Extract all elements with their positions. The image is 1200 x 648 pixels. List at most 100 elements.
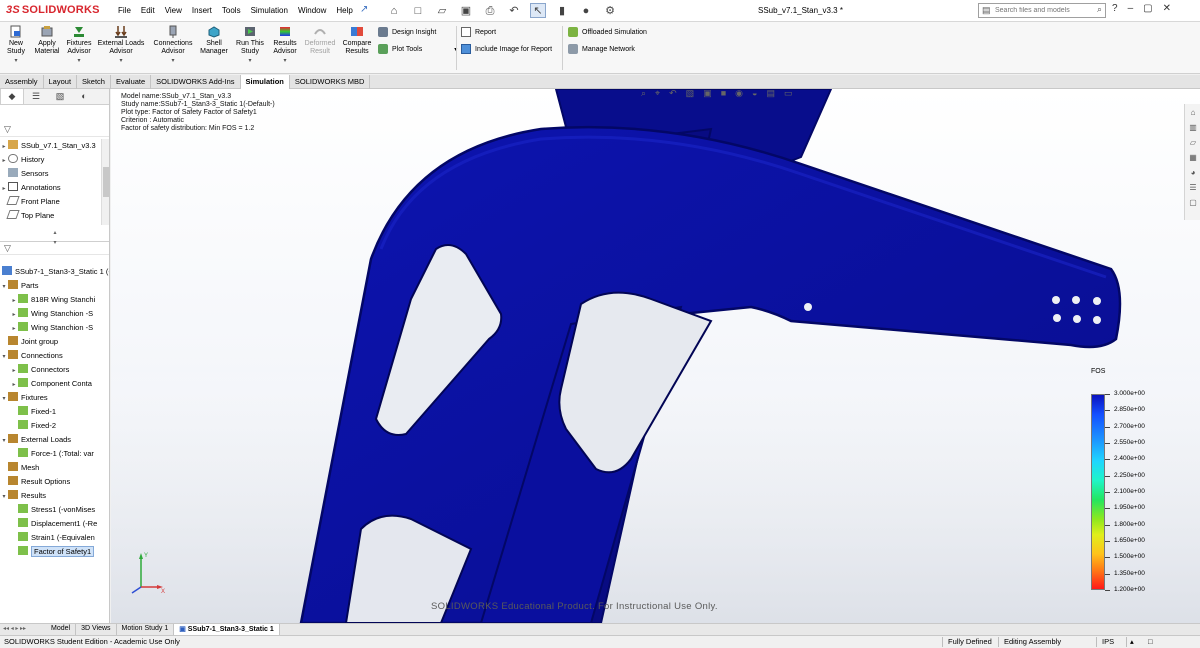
tree-item-history[interactable]: ▸ History (0, 153, 109, 167)
external-loads-advisor-button[interactable]: External Loads Advisor ▾ (96, 25, 146, 65)
study-tree-item[interactable]: Joint group (0, 335, 109, 349)
tab-layout[interactable]: Layout (44, 75, 78, 89)
tree-item-top-plane[interactable]: Top Plane (0, 209, 109, 223)
study-tree-item[interactable]: Mesh (0, 461, 109, 475)
feature-tree-scrollbar[interactable] (101, 139, 109, 225)
scrollbar-thumb[interactable] (103, 167, 109, 197)
display-manager-tab-icon[interactable]: ◐ (72, 89, 96, 104)
menu-edit[interactable]: Edit (141, 6, 155, 15)
tab-sketch[interactable]: Sketch (77, 75, 111, 89)
study-tree-item[interactable]: Result Options (0, 475, 109, 489)
chevron-down-icon[interactable]: ▾ (96, 57, 146, 65)
rebuild-icon[interactable]: ▮ (554, 3, 570, 18)
study-tree-item[interactable]: Fixed-2 (0, 419, 109, 433)
close-icon[interactable]: ✕ (1163, 3, 1171, 14)
chevron-down-icon[interactable]: ▾ (150, 57, 196, 65)
expand-toggle-icon[interactable]: ▾ (0, 392, 8, 405)
file-explorer-icon[interactable]: ▱ (1187, 137, 1199, 149)
units-chevron-up-icon[interactable]: ▴ (1130, 636, 1134, 648)
open-icon[interactable]: ▱ (434, 3, 450, 18)
search-input[interactable] (979, 4, 1075, 17)
undo-icon[interactable]: ↶ (506, 3, 522, 18)
pin-icon[interactable]: ↗ (360, 4, 372, 16)
study-tree-item[interactable]: Stress1 (-vonMises (0, 503, 109, 517)
display-style-icon[interactable]: ■ (721, 89, 726, 99)
select-cursor-icon[interactable]: ↖ (530, 3, 546, 18)
panel-splitter[interactable]: ▾ (45, 239, 65, 247)
study-tree-item[interactable]: Factor of Safety1 (0, 545, 109, 559)
expand-toggle-icon[interactable]: ▸ (10, 378, 18, 391)
deformed-result-button[interactable]: Deformed Result (302, 25, 338, 56)
view-settings-icon[interactable]: ▭ (784, 89, 793, 99)
study-root[interactable]: SSub7-1_Stan3-3_Static 1 (- (0, 265, 109, 279)
save-icon[interactable]: ▣ (458, 3, 474, 18)
tab-simulation[interactable]: Simulation (240, 75, 290, 89)
study-tree-item[interactable]: ▾ Results (0, 489, 109, 503)
results-advisor-button[interactable]: Results Advisor ▾ (270, 25, 300, 65)
study-tree-item[interactable]: Force-1 (:Total: var (0, 447, 109, 461)
new-document-icon[interactable]: □ (410, 3, 426, 18)
expand-toggle-icon[interactable]: ▾ (0, 490, 8, 503)
bottom-tab-model[interactable]: Model (46, 624, 77, 635)
custom-properties-icon[interactable]: ☰ (1187, 182, 1199, 194)
expand-toggle-icon[interactable]: ▸ (10, 364, 18, 377)
expand-toggle-icon[interactable]: ▾ (0, 434, 8, 447)
shell-manager-button[interactable]: Shell Manager (198, 25, 230, 56)
study-tree-item[interactable]: ▾ Parts (0, 279, 109, 293)
design-insight-button[interactable]: Design Insight (378, 27, 436, 37)
solidworks-logo[interactable]: 3S SOLIDWORKS (6, 4, 100, 16)
tree-item-sensors[interactable]: Sensors (0, 167, 109, 181)
menu-insert[interactable]: Insert (192, 6, 212, 15)
include-image-button[interactable]: Include Image for Report (461, 44, 552, 54)
options-gear-icon[interactable]: ⚙ (602, 3, 618, 18)
tree-item-annotations[interactable]: ▸ Annotations (0, 181, 109, 195)
section-view-icon[interactable]: ▧ (686, 89, 695, 99)
study-tree-item[interactable]: ▸ Wing Stanchion -S (0, 321, 109, 335)
plot-tools-button[interactable]: Plot Tools ▾ (378, 44, 457, 54)
study-tree-item[interactable]: ▾ Fixtures (0, 391, 109, 405)
study-tree-item[interactable]: Fixed-1 (0, 405, 109, 419)
apply-material-button[interactable]: Apply Material (32, 25, 62, 56)
study-tree-item[interactable]: ▾ Connections (0, 349, 109, 363)
menu-tools[interactable]: Tools (222, 6, 241, 15)
traffic-light-icon[interactable]: ● (578, 3, 594, 18)
connections-advisor-button[interactable]: Connections Advisor ▾ (150, 25, 196, 65)
tree-filter[interactable]: ▽ (0, 123, 109, 137)
search-scope-icon[interactable]: ▤ (982, 5, 991, 16)
status-units[interactable]: IPS (1102, 636, 1114, 648)
study-tree-item[interactable]: Strain1 (-Equivalen (0, 531, 109, 545)
hide-show-icon[interactable]: ◉ (735, 89, 743, 99)
offloaded-simulation-button[interactable]: Offloaded Simulation (568, 27, 647, 37)
chevron-down-icon[interactable]: ▾ (64, 57, 94, 65)
expand-toggle-icon[interactable]: ▸ (10, 294, 18, 307)
chevron-down-icon[interactable]: ▾ (4, 57, 28, 65)
graphics-area[interactable]: Model name:SSub_v7.1_Stan_v3.3 Study nam… (111, 89, 1200, 623)
tab-solidworks-addins[interactable]: SOLIDWORKS Add-Ins (151, 75, 241, 89)
chevron-right-icon[interactable]: ▸ (0, 154, 8, 167)
chevron-right-icon[interactable]: ▸ (0, 182, 8, 195)
menu-simulation[interactable]: Simulation (251, 6, 288, 15)
menu-help[interactable]: Help (336, 6, 352, 15)
configuration-manager-tab-icon[interactable]: ▧ (48, 89, 72, 104)
search-box[interactable]: ▤ ⌕ (978, 3, 1106, 18)
search-icon[interactable]: ⌕ (1097, 4, 1102, 15)
study-tree-item[interactable]: ▸ Wing Stanchion -S (0, 307, 109, 321)
tab-evaluate[interactable]: Evaluate (111, 75, 152, 89)
minimize-icon[interactable]: – (1128, 3, 1134, 14)
view-palette-icon[interactable]: ▦ (1187, 152, 1199, 164)
expand-toggle-icon[interactable]: ▾ (0, 280, 8, 293)
study-tree-item[interactable]: ▸ 818R Wing Stanchi (0, 293, 109, 307)
bottom-tab-static-study[interactable]: ▣ SSub7-1_Stan3-3_Static 1 (174, 624, 280, 635)
filter-icon[interactable]: ▽ (4, 243, 11, 254)
bottom-tab-motion-study[interactable]: Motion Study 1 (117, 624, 175, 635)
edit-appearance-icon[interactable]: ◒ (752, 89, 757, 99)
bottom-tab-3d-views[interactable]: 3D Views (76, 624, 117, 635)
compare-results-button[interactable]: Compare Results (340, 25, 374, 56)
study-tree-item[interactable]: ▸ Component Conta (0, 377, 109, 391)
feature-manager-tab-icon[interactable]: ◆ (0, 89, 24, 104)
property-manager-tab-icon[interactable]: ☰ (24, 89, 48, 104)
expand-toggle-icon[interactable]: ▾ (0, 350, 8, 363)
study-tree-item[interactable]: Displacement1 (-Re (0, 517, 109, 531)
home-icon[interactable]: ⌂ (386, 3, 402, 18)
chevron-right-icon[interactable]: ▸ (0, 140, 8, 153)
